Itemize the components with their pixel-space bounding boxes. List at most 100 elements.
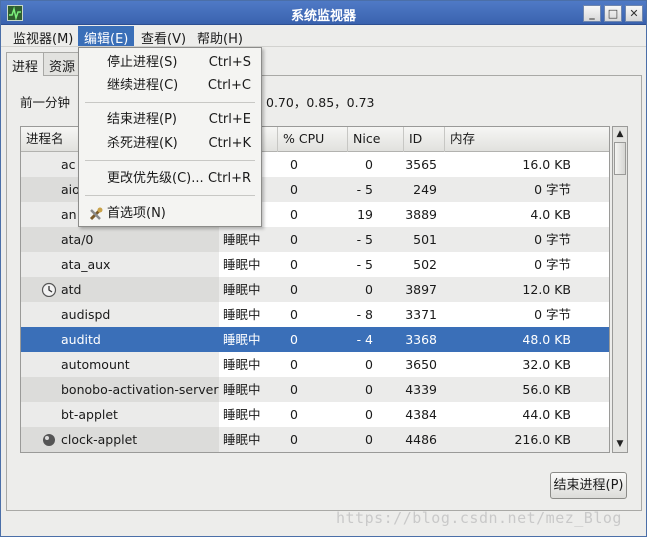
process-memory: 216.0 KB [514,432,571,447]
process-nice: 0 [365,407,373,422]
vertical-scrollbar[interactable]: ▲ ▼ [612,126,628,453]
table-row[interactable]: bt-applet 睡眠中 0 0 4384 44.0 KB [21,402,609,427]
process-name: audispd [61,307,111,322]
scrollbar-thumb[interactable] [614,142,626,175]
process-status: 睡眠中 [223,407,261,422]
process-memory: 0 字节 [534,307,571,322]
process-id: 4384 [405,407,437,422]
table-row[interactable]: audispd 睡眠中 0- 8 3371 0 字节 [21,302,609,327]
process-memory: 0 字节 [534,232,571,247]
process-status: 睡眠中 [223,357,261,372]
process-nice: 0 [365,382,373,397]
process-name: ata_aux [61,257,111,272]
process-nice: 0 [365,357,373,372]
process-id: 3650 [405,357,437,372]
menu-item-label: 首选项(N) [107,206,166,221]
process-name: automount [61,357,130,372]
process-memory: 12.0 KB [522,282,571,297]
edit-menu-dropdown: 停止进程(S) Ctrl+S 继续进程(C) Ctrl+C 结束进程(P) Ct… [78,47,262,227]
menu-item-kill-process[interactable]: 杀死进程(K) Ctrl+K [80,133,260,155]
menu-item-label: 结束进程(P) [107,112,177,127]
process-nice: - 5 [356,182,373,197]
column-header-id[interactable]: ID [404,127,445,152]
process-memory: 16.0 KB [522,157,571,172]
column-header-cpu[interactable]: % CPU [278,127,348,152]
tab-processes[interactable]: 进程 [6,52,45,76]
menu-item-accel: Ctrl+S [208,55,251,70]
close-icon[interactable]: ✕ [625,5,643,22]
menu-item-accel: Ctrl+E [208,112,251,127]
process-nice: - 5 [356,232,373,247]
process-memory: 56.0 KB [522,382,571,397]
menu-item-label: 杀死进程(K) [107,136,178,151]
minimize-icon[interactable]: _ [583,5,601,22]
menu-monitor[interactable]: 监视器(M) [7,26,79,47]
menu-item-label: 更改优先级(C)... [107,171,204,186]
load-average-label: 前一分钟 [20,95,71,110]
menu-item-preferences[interactable]: 首选项(N) [80,203,260,225]
process-status: 睡眠中 [223,232,261,247]
column-header-nice[interactable]: Nice [348,127,404,152]
watermark: https://blog.csdn.net/mez_Blog [336,509,622,527]
menu-separator [85,195,255,196]
menu-item-end-process[interactable]: 结束进程(P) Ctrl+E [80,109,260,131]
process-name: bonobo-activation-server [61,382,219,397]
menu-view[interactable]: 查看(V) [135,26,192,47]
process-nice: 0 [365,157,373,172]
preferences-tools-icon [88,206,104,222]
menu-separator [85,102,255,103]
process-id: 501 [413,232,437,247]
menu-edit[interactable]: 编辑(E) [78,26,135,47]
process-id: 3565 [405,157,437,172]
menu-item-label: 停止进程(S) [107,55,178,70]
process-name: clock-applet [61,432,138,447]
process-status: 睡眠中 [223,382,261,397]
process-icon [41,431,57,447]
menu-separator [85,160,255,161]
title-bar[interactable]: 系统监视器 _ □ ✕ [1,1,646,25]
process-nice: - 8 [356,307,373,322]
process-name: bt-applet [61,407,118,422]
process-status: 睡眠中 [223,432,261,447]
process-memory: 32.0 KB [522,357,571,372]
menu-item-accel: Ctrl+C [207,78,251,93]
end-process-button[interactable]: 结束进程(P) [550,472,627,499]
process-id: 3368 [405,332,437,347]
menu-item-accel: Ctrl+K [208,136,251,151]
process-memory: 4.0 KB [530,207,571,222]
process-nice: 0 [365,282,373,297]
table-row[interactable]: ata/0 睡眠中 0- 5 501 0 字节 [21,227,609,252]
clock-icon [41,281,57,297]
process-name: auditd [61,332,101,347]
process-nice: - 4 [356,332,373,347]
maximize-icon[interactable]: □ [604,5,622,22]
scroll-up-icon[interactable]: ▲ [614,128,626,141]
menu-item-change-priority[interactable]: 更改优先级(C)... Ctrl+R [80,168,260,190]
process-id: 249 [413,182,437,197]
tab-resources[interactable]: 资源 [43,52,82,75]
process-memory: 0 字节 [534,257,571,272]
table-row[interactable]: ata_aux 睡眠中 0- 5 502 0 字节 [21,252,609,277]
process-status: 睡眠中 [223,282,261,297]
scroll-down-icon[interactable]: ▼ [614,438,626,451]
menu-item-continue-process[interactable]: 继续进程(C) Ctrl+C [80,75,260,97]
process-id: 502 [413,257,437,272]
process-memory: 0 字节 [534,182,571,197]
process-memory: 48.0 KB [522,332,571,347]
menu-item-stop-process[interactable]: 停止进程(S) Ctrl+S [80,52,260,74]
load-average-values: 0.70，0.85，0.73 [266,95,375,110]
process-nice: 0 [365,432,373,447]
process-status: 睡眠中 [223,332,261,347]
process-id: 4486 [405,432,437,447]
process-name: ata/0 [61,232,94,247]
table-row[interactable]: clock-applet 睡眠中 0 0 4486 216.0 KB [21,427,609,452]
table-row[interactable]: atd 睡眠中 0 0 3897 12.0 KB [21,277,609,302]
table-row[interactable]: bonobo-activation-server 睡眠中 0 0 4339 56.0 KB [21,377,609,402]
column-header-memory[interactable]: 内存 [445,127,609,152]
table-row[interactable]: automount 睡眠中 0 0 3650 32.0 KB [21,352,609,377]
process-nice: 19 [357,207,373,222]
table-row[interactable]: auditd 睡眠中 0- 4 3368 48.0 KB [21,327,609,352]
menu-help[interactable]: 帮助(H) [191,26,249,47]
window-title: 系统监视器 [290,9,356,24]
process-name: atd [61,282,82,297]
